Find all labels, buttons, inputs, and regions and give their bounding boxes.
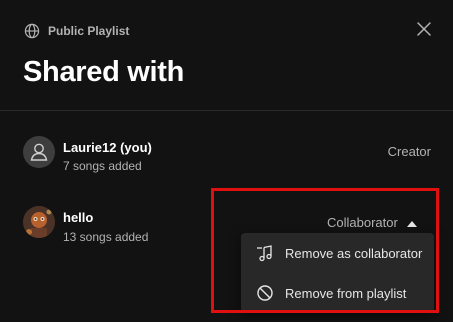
role-menu: Remove as collaborator Remove from playl…: [241, 233, 434, 313]
menu-item-label: Remove as collaborator: [285, 245, 423, 261]
dialog-title: Shared with: [23, 56, 185, 88]
member-songs-added: 7 songs added: [63, 159, 142, 173]
caret-up-icon: [406, 215, 417, 230]
dialog-header: Public Playlist Shared with: [0, 0, 453, 110]
profile-photo: [23, 206, 55, 238]
member-role: Creator: [387, 144, 431, 159]
header-divider: [0, 110, 453, 111]
menu-item-label: Remove from playlist: [285, 285, 407, 301]
visibility-label: Public Playlist: [48, 24, 130, 38]
menu-item-remove-collaborator[interactable]: Remove as collaborator: [241, 235, 434, 271]
close-button[interactable]: [413, 20, 435, 42]
member-songs-added: 13 songs added: [63, 230, 149, 244]
role-dropdown-button[interactable]: Collaborator: [327, 215, 417, 230]
role-label: Collaborator: [327, 215, 398, 230]
globe-icon: [24, 23, 40, 39]
close-icon: [417, 21, 431, 41]
person-icon: [30, 143, 48, 161]
member-name: Laurie12 (you): [63, 140, 152, 155]
playlist-visibility: Public Playlist: [24, 23, 129, 39]
avatar: [23, 206, 55, 238]
remove-collaborator-icon: [256, 244, 274, 262]
menu-item-remove-from-playlist[interactable]: Remove from playlist: [241, 275, 434, 311]
avatar: [23, 136, 55, 168]
block-icon: [256, 284, 274, 302]
member-name: hello: [63, 210, 94, 225]
